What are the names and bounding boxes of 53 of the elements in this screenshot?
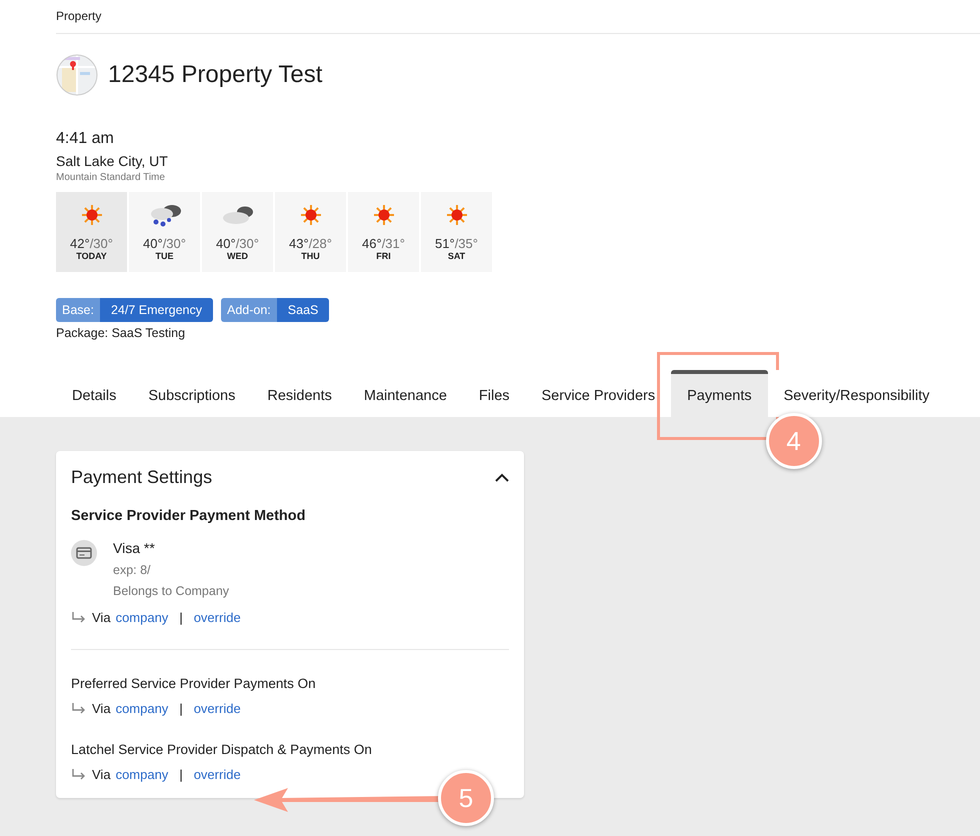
card-expiry: exp: 8/ (113, 563, 152, 577)
setting-label: Preferred Service Provider Payments On (71, 676, 317, 691)
property-title: 12345 Property Test (108, 61, 322, 89)
tag-label: Add-on: (221, 298, 277, 322)
day-name: THU (301, 251, 320, 261)
section-heading: Service Provider Payment Method (71, 508, 306, 524)
via-label: Via (92, 610, 111, 625)
return-arrow-icon (71, 768, 87, 780)
separator: | (179, 767, 183, 782)
tag-value: 24/7 Emergency (100, 298, 213, 322)
city: Salt Lake City, UT (56, 153, 169, 169)
day-name: FRI (376, 251, 391, 261)
day-name: SAT (448, 251, 466, 261)
package-label: Package: SaaS Testing (56, 326, 186, 340)
sun-icon (446, 204, 468, 226)
tab[interactable]: Payments (671, 370, 768, 417)
temperature: 40°/30° (143, 236, 186, 251)
day-name: TODAY (76, 251, 107, 261)
card-title: Payment Settings (71, 467, 212, 488)
return-arrow-icon (71, 702, 87, 714)
via-label: Via (92, 701, 111, 716)
sun-icon (80, 204, 102, 226)
separator: | (179, 701, 183, 716)
temperature: 40°/30° (216, 236, 259, 251)
company-link[interactable]: company (116, 610, 168, 625)
collapse-chevron-icon[interactable] (495, 473, 509, 482)
breadcrumb[interactable]: Property (56, 0, 980, 34)
timezone: Mountain Standard Time (56, 172, 166, 183)
step-marker: 4 (766, 413, 822, 469)
card-number: Visa ** (113, 540, 156, 556)
day-name: WED (227, 251, 248, 261)
company-link[interactable]: company (116, 767, 168, 782)
card-owner: Belongs to Company (113, 584, 230, 598)
temperature: 51°/35° (435, 236, 478, 251)
return-arrow-icon (71, 612, 87, 624)
via-label: Via (92, 767, 111, 782)
separator: | (179, 610, 183, 625)
temperature: 42°/30° (70, 236, 113, 251)
company-link[interactable]: company (116, 701, 168, 716)
override-link[interactable]: override (194, 610, 241, 625)
tag-value: SaaS (276, 298, 330, 322)
setting-label: Latchel Service Provider Dispatch & Payments On (71, 742, 373, 757)
sun-icon (300, 204, 322, 226)
local-time: 4:41 am (56, 130, 115, 148)
temperature: 43°/28° (289, 236, 332, 251)
tag-label: Base: (56, 298, 100, 322)
temperature: 46°/31° (362, 236, 405, 251)
override-link[interactable]: override (194, 767, 241, 782)
step-marker: 5 (438, 770, 494, 826)
credit-card-icon (71, 540, 97, 566)
day-name: TUE (156, 251, 174, 261)
override-link[interactable]: override (194, 701, 241, 716)
sun-icon (372, 204, 394, 226)
